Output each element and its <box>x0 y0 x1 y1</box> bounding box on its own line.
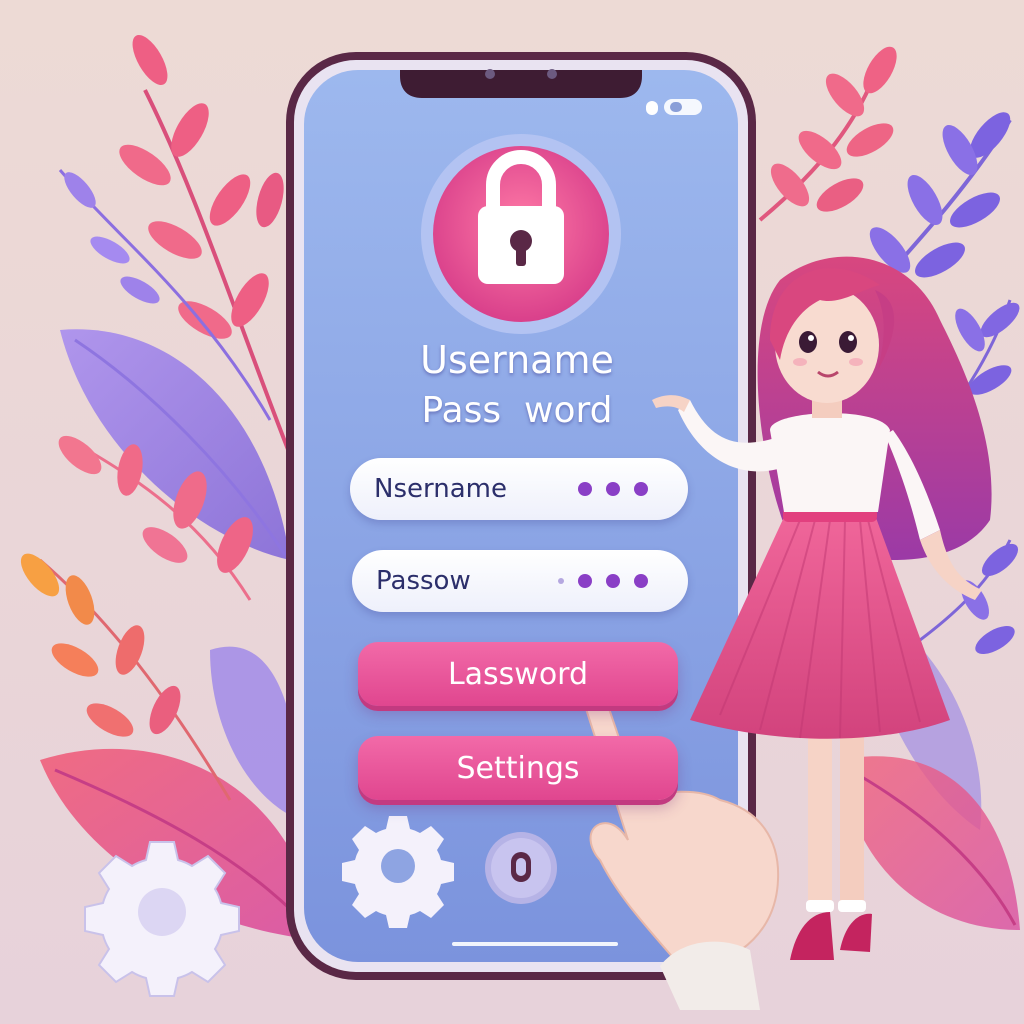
password-field[interactable]: Passow <box>352 550 688 612</box>
round-button-icon <box>485 832 557 904</box>
password-dots <box>558 574 648 588</box>
username-field[interactable]: Nsername <box>350 458 688 520</box>
username-dots <box>578 482 648 496</box>
gear-icon <box>84 841 240 997</box>
username-field-label: Nsername <box>374 474 507 504</box>
padlock-icon <box>421 134 621 334</box>
settings-button[interactable]: Settings <box>358 736 678 800</box>
gear-icon <box>342 816 454 928</box>
screen-title-password: Pass word <box>421 390 613 431</box>
screen-title-username: Username <box>420 338 614 382</box>
password-field-label: Passow <box>376 566 471 596</box>
lassword-button[interactable]: Lassword <box>358 642 678 706</box>
